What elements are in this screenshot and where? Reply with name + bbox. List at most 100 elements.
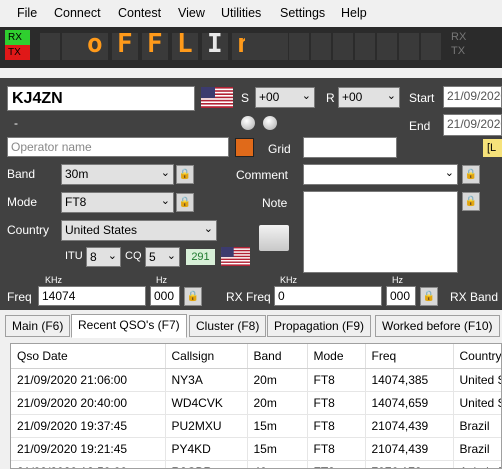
itu-label: ITU: [65, 250, 83, 262]
chevron-down-icon: ⌄: [160, 167, 170, 179]
lock-mode-button[interactable]: 🔒: [176, 193, 194, 212]
rx-freq-hz-input[interactable]: 000: [386, 286, 416, 306]
us-flag-icon: [221, 247, 250, 266]
s-report-select[interactable]: +00 ⌄: [255, 87, 315, 108]
band-label: Band: [7, 167, 36, 181]
table-cell: 40m: [247, 460, 308, 468]
table-row[interactable]: 21/09/2020 21:06:00 NY3A 20m FT8 14074,385 Un…: [11, 368, 501, 392]
table-cell: Brazil: [453, 437, 501, 461]
freq-hz-input[interactable]: 000: [150, 286, 180, 306]
tab-cluster[interactable]: Cluster (F8): [189, 315, 267, 337]
comment-label: Comment: [236, 168, 289, 182]
lock-note-button[interactable]: 🔒: [462, 192, 480, 211]
rx-label-right: RX: [451, 31, 467, 43]
table-cell: WD4CVK: [165, 391, 248, 415]
end-datetime-input[interactable]: 21/09/2020: [443, 114, 502, 136]
country-select[interactable]: United States ⌄: [61, 220, 217, 241]
start-datetime-input[interactable]: 21/09/2020: [443, 86, 502, 108]
freq-khz-input[interactable]: 14074: [38, 286, 146, 306]
display-digit: L: [177, 29, 193, 59]
table-cell: 15m: [247, 414, 308, 438]
rx-indicator: RX: [5, 30, 30, 45]
column-header[interactable]: Freq: [365, 344, 454, 369]
column-header[interactable]: Band: [247, 344, 308, 369]
menu-bar: File Connect Contest View Utilities Sett…: [0, 0, 502, 27]
us-flag-icon: [201, 87, 233, 108]
led-icon: [263, 116, 277, 130]
rx-freq-label: RX Freq: [226, 290, 271, 304]
menu-help[interactable]: Help: [341, 6, 367, 20]
itu-value: 8: [90, 250, 97, 264]
menu-settings[interactable]: Settings: [280, 6, 325, 20]
table-cell: 15m: [247, 437, 308, 461]
callsign-input[interactable]: KJ4ZN: [7, 86, 195, 111]
display-digit-blank: [245, 33, 265, 60]
country-label: Country: [7, 223, 50, 237]
lock-rx-freq-button[interactable]: 🔒: [420, 287, 438, 306]
log-book-icon[interactable]: [259, 225, 289, 251]
table-cell: 21/09/2020 21:06:00: [11, 368, 166, 392]
tab-propagation[interactable]: Propagation (F9): [267, 315, 372, 337]
cq-value: 5: [149, 250, 156, 264]
chevron-down-icon: ⌄: [203, 223, 213, 235]
rx-freq-khz-input[interactable]: 0: [274, 286, 382, 306]
table-cell: FT8: [307, 368, 366, 392]
band-select[interactable]: 30m ⌄: [61, 164, 174, 185]
note-textarea[interactable]: [303, 191, 458, 273]
rx-freq-hz-unit: Hz: [392, 275, 403, 285]
display-digit: I: [207, 29, 223, 59]
cq-label: CQ: [125, 250, 142, 262]
display-digit: o: [87, 29, 103, 59]
tab-worked-before[interactable]: Worked before (F10): [375, 315, 500, 337]
tab-main[interactable]: Main (F6): [5, 315, 71, 337]
grid-label: Grid: [268, 142, 291, 156]
cq-select[interactable]: 5 ⌄: [145, 247, 180, 267]
column-header[interactable]: Mode: [307, 344, 366, 369]
menu-connect[interactable]: Connect: [54, 6, 101, 20]
note-label: Note: [262, 196, 288, 210]
display-digit-blank: [355, 33, 375, 60]
comment-select[interactable]: ⌄: [303, 164, 458, 185]
mode-select[interactable]: FT8 ⌄: [61, 192, 174, 213]
table-row[interactable]: 21/09/2020 20:40:00 WD4CVK 20m FT8 14074,659…: [11, 391, 501, 415]
lock-freq-button[interactable]: 🔒: [184, 287, 202, 306]
table-cell: 7076,172: [365, 460, 454, 468]
grid-input[interactable]: [303, 137, 397, 158]
table-cell: R8CBR: [165, 460, 248, 468]
operator-name-input[interactable]: Operator name: [7, 137, 229, 157]
chevron-down-icon: ⌄: [386, 90, 396, 102]
lock-comment-button[interactable]: 🔒: [462, 165, 480, 184]
menu-view[interactable]: View: [178, 6, 205, 20]
status-badge: [L: [483, 139, 502, 157]
display-digit-blank: [421, 33, 441, 60]
table-cell: FT8: [307, 437, 366, 461]
column-header[interactable]: Country: [453, 344, 501, 369]
column-header[interactable]: Qso Date: [11, 344, 166, 369]
led-icon: [241, 116, 255, 130]
r-report-label: R: [326, 91, 335, 105]
tx-label-right: TX: [451, 45, 466, 57]
menu-utilities[interactable]: Utilities: [221, 6, 261, 20]
table-row[interactable]: 21/09/2020 18:50:00R8CBR40mFT87076,172As…: [11, 460, 501, 468]
itu-select[interactable]: 8 ⌄: [86, 247, 121, 267]
menu-file[interactable]: File: [17, 6, 37, 20]
column-header[interactable]: Callsign: [165, 344, 248, 369]
display-digit-blank: [62, 33, 82, 60]
s-report-value: +00: [259, 90, 280, 104]
table-row[interactable]: 21/09/2020 19:21:45 PY4KD 15m FT8 21074,439 B…: [11, 437, 501, 461]
table-cell: PU2MXU: [165, 414, 248, 438]
table-cell: 21074,439: [365, 414, 454, 438]
r-report-select[interactable]: +00 ⌄: [338, 87, 400, 108]
table-cell: 21/09/2020 18:50:00: [11, 460, 166, 468]
table-row[interactable]: 21/09/2020 19:37:45 PU2MXU 15m FT8 21074,439…: [11, 414, 501, 438]
qrz-lookup-icon[interactable]: [235, 138, 254, 157]
display-digit: F: [117, 29, 133, 59]
rx-freq-khz-unit: KHz: [280, 275, 298, 285]
table-header-row: Qso Date Callsign Band Mode Freq Country: [11, 344, 501, 369]
lock-band-button[interactable]: 🔒: [176, 165, 194, 184]
table-cell: 20m: [247, 391, 308, 415]
table-cell: Asiatic Russia: [453, 460, 501, 468]
tab-recent-qsos[interactable]: Recent QSO's (F7): [71, 314, 187, 338]
mode-label: Mode: [7, 195, 38, 209]
menu-contest[interactable]: Contest: [118, 6, 161, 20]
